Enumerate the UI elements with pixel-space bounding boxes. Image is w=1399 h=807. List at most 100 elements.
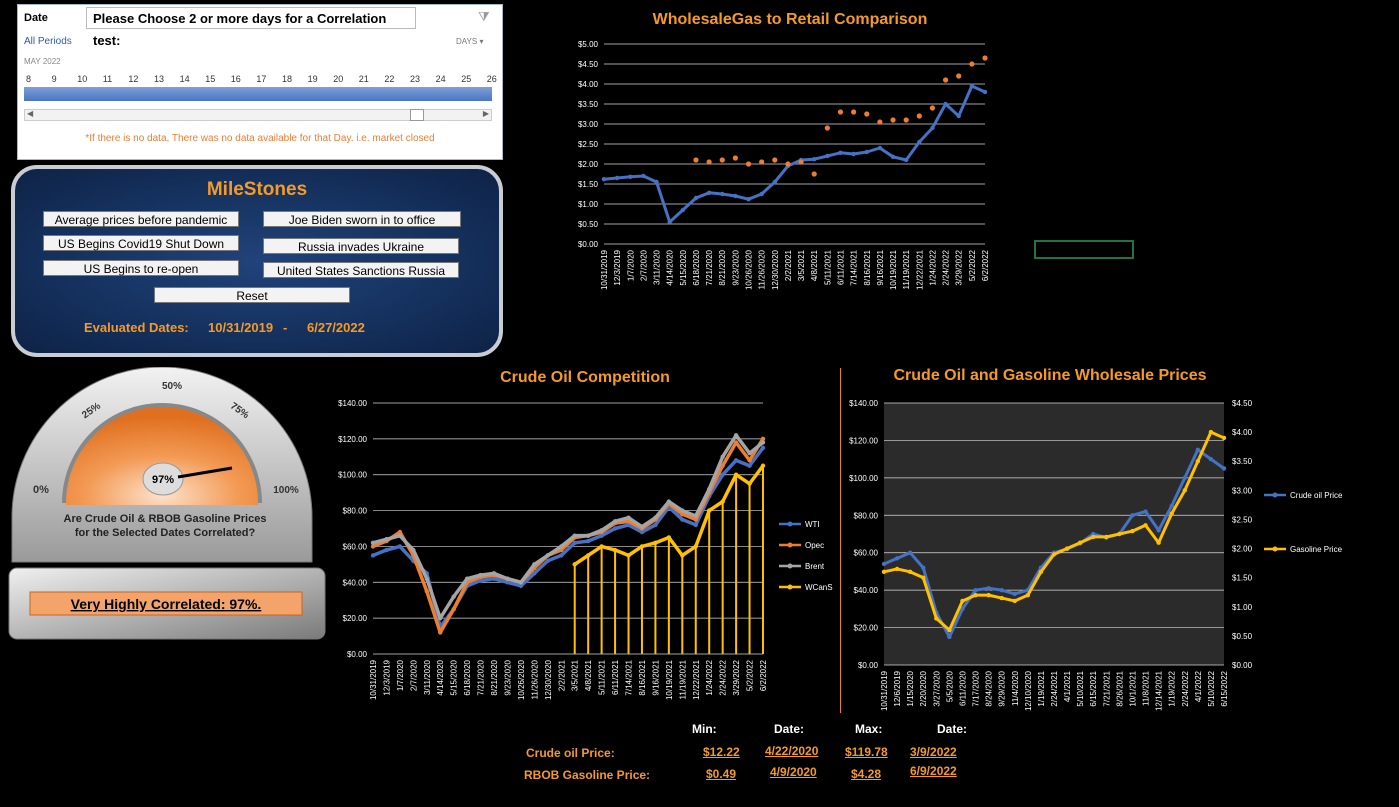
x-tick-label: 4/8/2021 xyxy=(584,659,593,691)
day-tick-16[interactable]: 16 xyxy=(231,74,257,84)
x-tick-label: 8/16/2021 xyxy=(863,249,872,285)
scroll-right-icon[interactable]: ▶ xyxy=(483,109,489,118)
reopen-button[interactable]: US Begins to re-open xyxy=(43,260,239,276)
covid-shutdown-button[interactable]: US Begins Covid19 Shut Down xyxy=(43,235,239,251)
day-tick-21[interactable]: 21 xyxy=(359,74,385,84)
x-tick-label: 2/24/2022 xyxy=(942,249,951,285)
x-tick-label: 1/24/2022 xyxy=(928,249,937,285)
timeline-slicer[interactable]: Date Please Choose 2 or more days for a … xyxy=(17,4,503,160)
x-tick-label: 12/30/2020 xyxy=(771,249,780,290)
plot-area xyxy=(884,403,1224,665)
day-tick-22[interactable]: 22 xyxy=(384,74,410,84)
data-point-Gasoline Price xyxy=(881,569,887,575)
day-tick-24[interactable]: 24 xyxy=(436,74,462,84)
result-box-svg: Very Highly Correlated: 97%. xyxy=(8,567,326,640)
data-point-Gasoline Price xyxy=(1077,540,1083,545)
x-tick-label: 4/1/2021 xyxy=(1063,670,1072,702)
data-point-WTI xyxy=(545,558,551,563)
data-point-RetailGas xyxy=(719,157,725,163)
day-tick-10[interactable]: 10 xyxy=(77,74,103,84)
scroll-thumb[interactable] xyxy=(410,109,424,121)
day-tick-12[interactable]: 12 xyxy=(128,74,154,84)
x-tick-label: 6/18/2020 xyxy=(463,659,472,695)
x-tick-label: 3/27/2020 xyxy=(932,670,941,706)
x-tick-label: 12/3/2019 xyxy=(613,249,622,285)
day-tick-15[interactable]: 15 xyxy=(205,74,231,84)
x-tick-label: 9/29/2020 xyxy=(998,670,1007,706)
x-tick-label: 7/21/2021 xyxy=(1102,670,1111,706)
data-point-Crude oil Price xyxy=(1143,509,1148,514)
data-point-WTI xyxy=(720,472,725,477)
data-point-Brent xyxy=(653,515,658,520)
day-tick-26[interactable]: 26 xyxy=(487,74,513,84)
biden-button[interactable]: Joe Biden sworn in to office xyxy=(263,211,461,227)
gauge-label-50: 50% xyxy=(162,381,182,392)
day-tick-11[interactable]: 11 xyxy=(103,74,129,84)
data-point-Brent xyxy=(626,515,631,520)
x-tick-label: 8/21/2020 xyxy=(490,659,499,695)
day-tick-8[interactable]: 8 xyxy=(26,74,52,84)
y-tick-label: $3.00 xyxy=(578,120,599,129)
scroll-left-icon[interactable]: ◀ xyxy=(27,109,33,118)
data-point-Gasoline Price xyxy=(1143,523,1148,528)
data-point-Brent xyxy=(518,580,524,585)
x-tick-label: 10/19/2021 xyxy=(889,249,898,290)
day-tick-14[interactable]: 14 xyxy=(180,74,206,84)
x-tick-label: 11/19/2021 xyxy=(902,249,911,289)
data-point-Brent xyxy=(370,540,376,546)
data-point-Brent xyxy=(585,533,591,538)
data-point-Crude oil Price xyxy=(999,587,1004,593)
evaluated-start-date: 10/31/2019 xyxy=(208,320,274,335)
day-tick-23[interactable]: 23 xyxy=(410,74,436,84)
y2-tick-label: $2.50 xyxy=(1232,515,1253,524)
data-point-WholeSaleGas xyxy=(956,113,961,119)
y-tick-label: $0.00 xyxy=(858,661,879,670)
data-point-Opec xyxy=(424,589,429,594)
pandemic-button[interactable]: Average prices before pandemic xyxy=(43,211,239,227)
data-point-WholeSaleGas xyxy=(903,157,909,163)
selected-cell[interactable] xyxy=(1034,240,1134,259)
time-unit-dropdown[interactable]: DAYS ▾ xyxy=(456,37,483,46)
legend-marker xyxy=(1272,492,1278,498)
x-tick-label: 5/10/2021 xyxy=(1076,670,1085,706)
day-tick-20[interactable]: 20 xyxy=(333,74,359,84)
x-tick-label: 5/5/2020 xyxy=(945,670,954,702)
data-point-WTI xyxy=(585,538,591,544)
x-tick-label: 3/29/2022 xyxy=(732,659,741,695)
x-tick-label: 11/4/2020 xyxy=(1011,670,1020,706)
crude-oil-label: Crude oil Price: xyxy=(526,746,615,760)
data-point-WTI xyxy=(384,547,389,553)
day-tick-17[interactable]: 17 xyxy=(256,74,282,84)
x-tick-label: 7/14/2021 xyxy=(850,249,859,285)
series-line-WholeSaleGas xyxy=(603,84,986,224)
x-tick-label: 12/10/2020 xyxy=(1024,670,1033,711)
data-point-Brent xyxy=(680,508,685,513)
sanctions-button[interactable]: United States Sanctions Russia xyxy=(263,262,459,278)
timeline-bar[interactable] xyxy=(24,87,492,101)
x-tick-label: 4/1/2022 xyxy=(1194,670,1203,702)
slicer-prompt: Please Choose 2 or more days for a Corre… xyxy=(86,7,416,48)
data-point-Gasoline Price xyxy=(894,566,900,572)
x-tick-label: 1/24/2022 xyxy=(705,659,714,695)
correlation-result-text: Very Highly Correlated: 97%. xyxy=(71,596,262,612)
day-tick-9[interactable]: 9 xyxy=(52,74,78,84)
day-tick-18[interactable]: 18 xyxy=(282,74,308,84)
slicer-label: Date xyxy=(24,12,48,24)
y2-tick-label: $2.00 xyxy=(1232,545,1253,554)
chart3-title: Crude Oil and Gasoline Wholesale Prices xyxy=(893,367,1207,384)
data-point-Crude oil Price xyxy=(986,586,991,591)
ukraine-invasion-button[interactable]: Russia invades Ukraine xyxy=(263,238,459,254)
clear-filter-icon[interactable]: ⧩ xyxy=(478,9,490,25)
y-tick-label: $60.00 xyxy=(854,549,879,558)
day-tick-25[interactable]: 25 xyxy=(461,74,487,84)
day-tick-19[interactable]: 19 xyxy=(308,74,334,84)
data-point-Gasoline Price xyxy=(921,575,926,580)
legend-marker xyxy=(787,542,793,548)
data-point-Gasoline Price xyxy=(934,616,939,621)
x-tick-label: 2/7/2020 xyxy=(639,249,648,281)
data-point-Crude oil Price xyxy=(1012,591,1017,597)
day-tick-13[interactable]: 13 xyxy=(154,74,180,84)
data-point-Gasoline Price xyxy=(1221,435,1227,441)
x-tick-label: 7/21/2020 xyxy=(477,659,486,695)
reset-button[interactable]: Reset xyxy=(154,287,350,303)
